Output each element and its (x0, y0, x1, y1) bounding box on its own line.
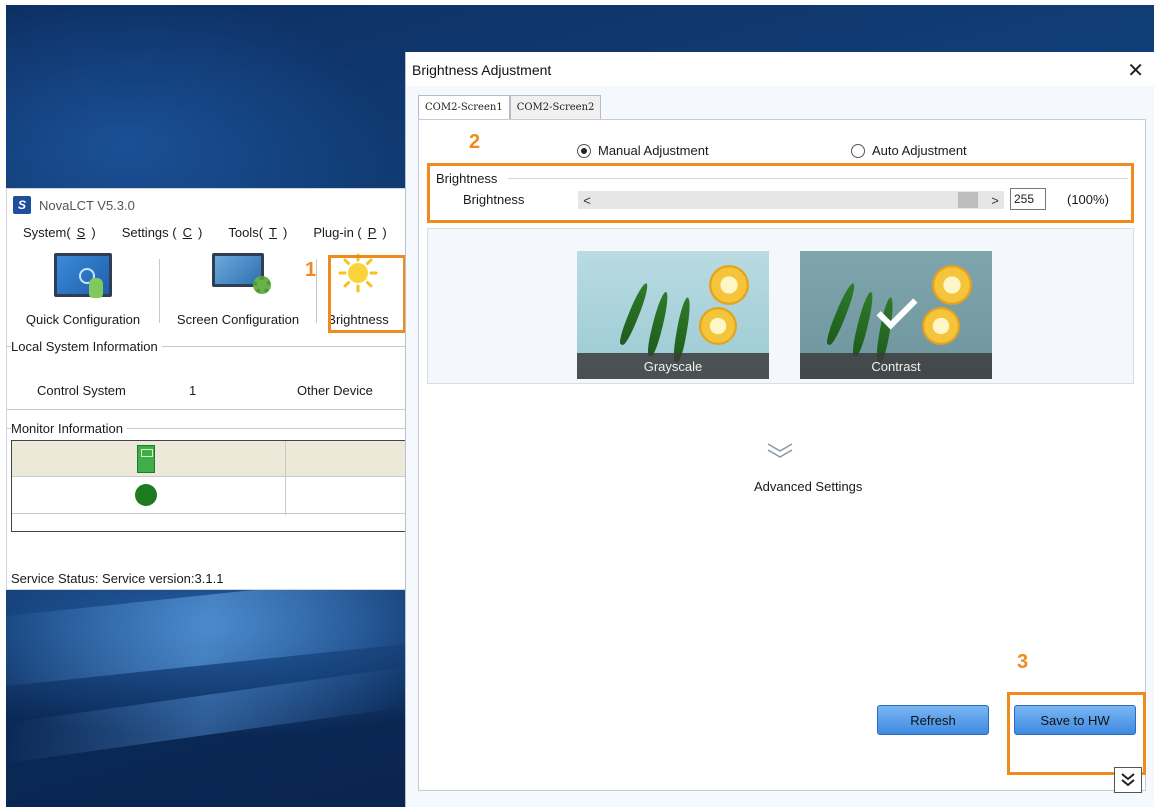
gear-icon (253, 276, 271, 294)
novalct-titlebar: S NovaLCT V5.3.0 (7, 189, 405, 221)
local-system-bottom-line (7, 409, 405, 410)
menu-settings[interactable]: Settings (C) (108, 225, 215, 245)
monitor-table (11, 440, 407, 532)
brightness-field-label: Brightness (463, 192, 525, 207)
tab-com2-screen1[interactable]: COM2-Screen1 (418, 95, 510, 119)
brightness-slider[interactable]: < > (578, 191, 1004, 209)
auto-adjustment-label: Auto Adjustment (872, 143, 967, 158)
grayscale-label: Grayscale (577, 353, 769, 379)
screen-configuration-label: Screen Configuration (176, 312, 300, 327)
preview-area: Grayscale Contrast (427, 228, 1134, 384)
light-beam (6, 573, 406, 687)
novalct-logo-icon: S (13, 196, 31, 214)
step-2-highlight: Brightness Brightness < > 255 (100%) (427, 163, 1134, 223)
chevron-double-down-icon (1121, 773, 1135, 787)
brightness-value-input[interactable]: 255 (1010, 188, 1046, 210)
local-system-row: Control System 1 Other Device (7, 383, 405, 403)
other-device-label: Other Device (297, 383, 373, 398)
quick-configuration-icon (54, 253, 112, 298)
service-status: Service Status: Service version:3.1.1 (11, 571, 224, 586)
screen-configuration-button[interactable]: Screen Configuration (160, 249, 316, 333)
manual-adjustment-label: Manual Adjustment (598, 143, 709, 158)
save-to-hw-button[interactable]: Save to HW (1014, 705, 1136, 735)
menu-plugin[interactable]: Plug-in (P) (299, 225, 398, 245)
step-1-number: 1 (305, 259, 317, 281)
brightness-percent: (100%) (1067, 192, 1109, 207)
brightness-group-label: Brightness (436, 171, 498, 186)
chevron-double-down-icon[interactable] (766, 443, 794, 459)
step-3-number: 3 (1017, 651, 1029, 673)
slider-right-arrow[interactable]: > (986, 191, 1004, 209)
radio-checked-icon (577, 143, 591, 158)
quick-configuration-label: Quick Configuration (25, 312, 141, 327)
local-system-label: Local System Information (11, 339, 162, 354)
step-1-highlight (328, 255, 406, 333)
tab-com2-screen2[interactable]: COM2-Screen2 (509, 95, 602, 119)
status-indicator (135, 484, 157, 506)
contrast-label: Contrast (800, 353, 992, 379)
novalct-title: NovaLCT V5.3.0 (39, 197, 135, 213)
brightness-dialog: Brightness Adjustment ✕ COM2-Screen1 COM… (405, 52, 1154, 807)
screen-configuration-icon (212, 253, 271, 294)
light-beam (6, 666, 406, 764)
monitor-table-header (12, 441, 406, 477)
contrast-card[interactable]: Contrast (800, 251, 992, 379)
novalct-window: S NovaLCT V5.3.0 System(S) Settings (C) … (6, 188, 429, 590)
monitor-info-label: Monitor Information (11, 421, 127, 436)
quick-configuration-button[interactable]: Quick Configuration (7, 249, 159, 333)
screen-tabs: COM2-Screen1 COM2-Screen2 (418, 95, 602, 119)
step-2-number: 2 (469, 131, 481, 153)
grayscale-card[interactable]: Grayscale (577, 251, 769, 379)
auto-adjustment-radio[interactable]: Auto Adjustment (851, 143, 967, 158)
manual-adjustment-radio[interactable]: Manual Adjustment (577, 143, 709, 158)
radio-unchecked-icon (851, 143, 865, 158)
dialog-titlebar: Brightness Adjustment ✕ (406, 52, 1154, 86)
menu-system[interactable]: System(S) (7, 225, 108, 245)
menu-tools[interactable]: Tools(T) (214, 225, 299, 245)
control-system-value: 1 (189, 383, 197, 398)
chip-icon (137, 445, 155, 473)
refresh-button[interactable]: Refresh (877, 705, 989, 735)
close-icon[interactable]: ✕ (1127, 58, 1144, 83)
slider-thumb[interactable] (958, 192, 978, 208)
dialog-title: Brightness Adjustment (412, 62, 552, 78)
control-system-label: Control System (37, 383, 126, 398)
advanced-settings-link[interactable]: Advanced Settings (754, 479, 862, 494)
menu-bar: System(S) Settings (C) Tools(T) Plug-in … (7, 225, 429, 245)
slider-left-arrow[interactable]: < (578, 191, 596, 209)
expand-button[interactable] (1114, 767, 1142, 793)
